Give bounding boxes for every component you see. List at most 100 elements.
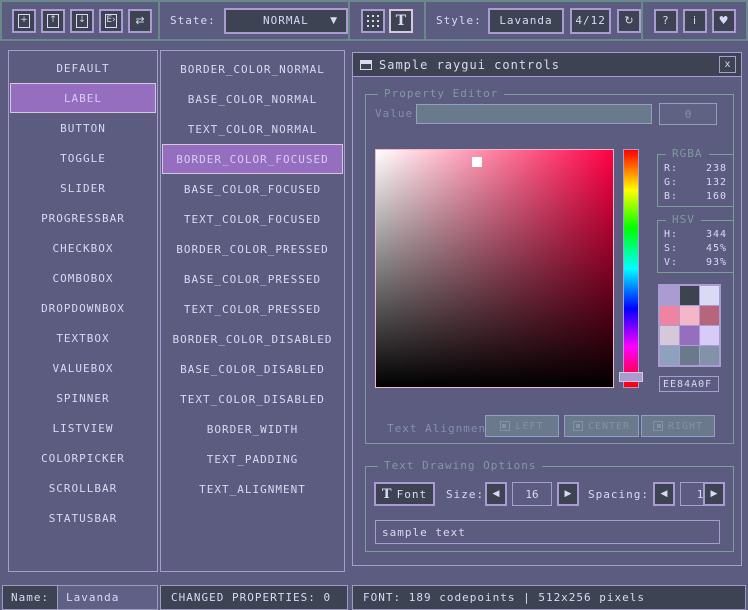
control-item[interactable]: CHECKBOX: [10, 233, 156, 263]
arrow-left-icon: ◀: [661, 489, 668, 499]
color-swatch[interactable]: [660, 286, 679, 305]
property-item[interactable]: BORDER_WIDTH: [162, 414, 343, 444]
control-item[interactable]: COMBOBOX: [10, 263, 156, 293]
heart-icon: ♥: [719, 14, 729, 27]
property-item[interactable]: BASE_COLOR_DISABLED: [162, 354, 343, 384]
control-item[interactable]: TOGGLE: [10, 143, 156, 173]
value-box[interactable]: 0: [659, 103, 717, 125]
control-item[interactable]: COLORPICKER: [10, 443, 156, 473]
color-swatch[interactable]: [680, 306, 699, 325]
color-swatch[interactable]: [680, 326, 699, 345]
hsv-title: HSV: [666, 213, 701, 226]
text-mode-button[interactable]: T: [389, 9, 413, 33]
control-item[interactable]: SPINNER: [10, 383, 156, 413]
property-item[interactable]: BORDER_COLOR_DISABLED: [162, 324, 343, 354]
align-right-icon: [653, 421, 663, 431]
property-item[interactable]: TEXT_COLOR_NORMAL: [162, 114, 343, 144]
window-titlebar[interactable]: Sample raygui controls x: [353, 53, 741, 77]
sample-text-input[interactable]: sample text: [375, 520, 720, 544]
size-value-box[interactable]: 16: [512, 482, 552, 506]
color-swatch[interactable]: [700, 346, 719, 365]
hex-color-value: EE84A0F: [663, 379, 712, 390]
align-center-button[interactable]: CENTER: [564, 415, 639, 437]
spacing-increase-button[interactable]: ▶: [703, 482, 725, 506]
property-item[interactable]: BORDER_COLOR_PRESSED: [162, 234, 343, 264]
grid-icon: [367, 15, 379, 27]
spacing-label: Spacing:: [588, 482, 649, 506]
color-swatch[interactable]: [700, 306, 719, 325]
grid-mode-button[interactable]: [361, 9, 385, 33]
sv-cursor[interactable]: [472, 157, 482, 167]
color-swatch[interactable]: [680, 346, 699, 365]
control-item[interactable]: VALUEBOX: [10, 353, 156, 383]
export-file-button[interactable]: E›: [99, 9, 123, 33]
property-item[interactable]: TEXT_PADDING: [162, 444, 343, 474]
property-item[interactable]: TEXT_ALIGNMENT: [162, 474, 343, 504]
color-swatch[interactable]: [660, 326, 679, 345]
control-item[interactable]: TEXTBOX: [10, 323, 156, 353]
control-item[interactable]: LISTVIEW: [10, 413, 156, 443]
font-button[interactable]: T Font: [374, 482, 435, 506]
control-item[interactable]: STATUSBAR: [10, 503, 156, 533]
help-button[interactable]: ?: [654, 9, 678, 33]
window-icon: [360, 60, 372, 70]
color-swatch[interactable]: [700, 286, 719, 305]
changed-properties-status: CHANGED PROPERTIES: 0: [160, 585, 348, 610]
color-swatch[interactable]: [660, 346, 679, 365]
size-increase-button[interactable]: ▶: [557, 482, 579, 506]
font-info-text: FONT: 189 codepoints | 512x256 pixels: [363, 591, 645, 604]
toolbar-file-section: + ↑ ↓ E› ⇄: [2, 2, 160, 39]
sample-controls-window: Sample raygui controls x Property Editor…: [352, 52, 742, 566]
rgba-group: RGBA R:238 G:132 B:160: [657, 154, 734, 207]
h-value: 344: [706, 229, 727, 240]
property-item-selected[interactable]: BORDER_COLOR_FOCUSED: [162, 144, 343, 174]
font-info-status: FONT: 189 codepoints | 512x256 pixels: [352, 585, 746, 610]
state-dropdown[interactable]: NORMAL ▼: [224, 8, 348, 34]
control-item[interactable]: SLIDER: [10, 173, 156, 203]
property-item[interactable]: TEXT_COLOR_FOCUSED: [162, 204, 343, 234]
r-label: R:: [664, 163, 678, 174]
font-T-icon: T: [382, 487, 393, 502]
hex-color-input[interactable]: EE84A0F: [659, 376, 719, 392]
control-item[interactable]: PROGRESSBAR: [10, 203, 156, 233]
value-slider[interactable]: [416, 104, 652, 124]
property-item[interactable]: BASE_COLOR_FOCUSED: [162, 174, 343, 204]
close-button[interactable]: x: [719, 56, 736, 73]
control-item-selected[interactable]: LABEL: [10, 83, 156, 113]
sponsor-button[interactable]: ♥: [712, 9, 736, 33]
property-item[interactable]: BORDER_COLOR_NORMAL: [162, 54, 343, 84]
control-item[interactable]: SCROLLBAR: [10, 473, 156, 503]
new-file-button[interactable]: +: [12, 9, 36, 33]
property-item[interactable]: TEXT_COLOR_DISABLED: [162, 384, 343, 414]
style-name-input[interactable]: Lavanda: [57, 585, 158, 610]
color-swatch[interactable]: [700, 326, 719, 345]
g-value: 132: [706, 177, 727, 188]
v-value: 93%: [706, 257, 727, 268]
size-decrease-button[interactable]: ◀: [485, 482, 507, 506]
align-left-label: LEFT: [515, 421, 543, 432]
property-item[interactable]: BASE_COLOR_PRESSED: [162, 264, 343, 294]
control-item[interactable]: BUTTON: [10, 113, 156, 143]
control-item[interactable]: DEFAULT: [10, 53, 156, 83]
sv-gradient[interactable]: [375, 149, 614, 388]
hue-slider-handle[interactable]: [619, 372, 643, 382]
reload-style-button[interactable]: ↻: [617, 9, 641, 33]
arrow-right-icon: ▶: [565, 489, 572, 499]
align-right-button[interactable]: RIGHT: [641, 415, 715, 437]
property-item[interactable]: BASE_COLOR_NORMAL: [162, 84, 343, 114]
color-swatch[interactable]: [660, 306, 679, 325]
property-item[interactable]: TEXT_COLOR_PRESSED: [162, 294, 343, 324]
sample-text-value: sample text: [382, 526, 466, 539]
spacing-decrease-button[interactable]: ◀: [653, 482, 675, 506]
random-style-button[interactable]: ⇄: [128, 9, 152, 33]
style-name-box[interactable]: Lavanda: [488, 8, 565, 34]
save-file-button[interactable]: ↓: [70, 9, 94, 33]
align-left-button[interactable]: LEFT: [485, 415, 559, 437]
b-label: B:: [664, 191, 678, 202]
about-button[interactable]: i: [683, 9, 707, 33]
hue-bar[interactable]: [623, 149, 639, 388]
control-item[interactable]: DROPDOWNBOX: [10, 293, 156, 323]
hsv-row-v: V:93%: [664, 257, 727, 268]
color-swatch[interactable]: [680, 286, 699, 305]
open-file-button[interactable]: ↑: [41, 9, 65, 33]
